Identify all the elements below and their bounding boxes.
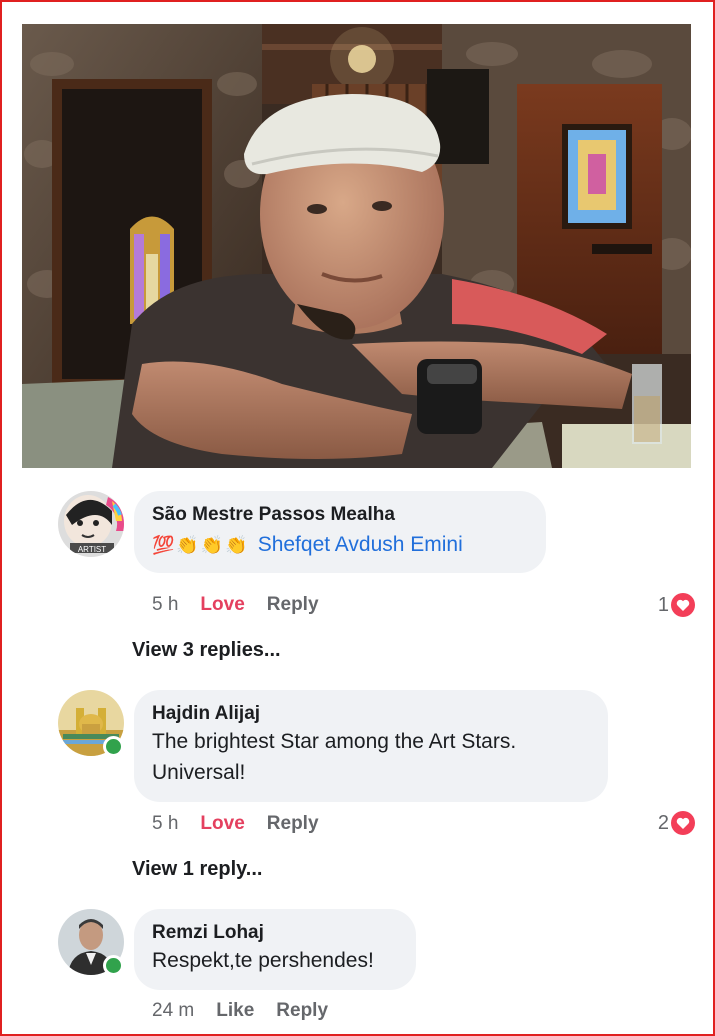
reaction-count[interactable]: 2	[658, 811, 695, 835]
comment-text: Respekt,te pershendes!	[152, 949, 374, 972]
hundred-points-icon: 💯	[152, 535, 175, 555]
comment-2: Hajdin Alijaj The brightest Star among t…	[58, 690, 695, 840]
reaction-count[interactable]: 1	[658, 593, 695, 617]
clapping-hands-icon: 👏	[225, 535, 248, 555]
comment-text: The brightest Star among the Art Stars.	[152, 730, 517, 753]
comment-time[interactable]: 24 m	[152, 1000, 194, 1022]
like-button[interactable]: Like	[216, 1000, 254, 1022]
clapping-hands-icon: 👏	[176, 535, 199, 555]
heart-icon	[671, 593, 695, 617]
comment-time[interactable]: 5 h	[152, 813, 178, 835]
love-button[interactable]: Love	[200, 594, 244, 616]
online-status-icon	[103, 955, 124, 976]
love-button[interactable]: Love	[200, 813, 244, 835]
reaction-number: 2	[657, 811, 669, 834]
comment-content: 💯 👏 👏 👏 Shefqet Avdush Emini	[152, 531, 526, 559]
reply-button[interactable]: Reply	[276, 1000, 328, 1022]
view-replies-link[interactable]: View 3 replies...	[132, 639, 281, 662]
comment-actions: 5 h Love Reply	[152, 594, 319, 616]
comment-text-line2: Universal!	[152, 761, 246, 784]
comment-bubble: São Mestre Passos Mealha 💯 👏 👏 👏 Shefqet…	[134, 491, 546, 573]
comment-bubble: Remzi Lohaj Respekt,te pershendes!	[134, 909, 416, 990]
svg-text:ARTIST: ARTIST	[78, 545, 106, 554]
reply-button[interactable]: Reply	[267, 594, 319, 616]
comment-bubble: Hajdin Alijaj The brightest Star among t…	[134, 690, 608, 802]
mention-link[interactable]: Shefqet Avdush Emini	[258, 533, 463, 557]
avatar-girl-rainbow-icon: ARTIST	[58, 491, 124, 557]
commenter-avatar[interactable]: ARTIST	[58, 491, 124, 557]
comment-author[interactable]: São Mestre Passos Mealha	[152, 503, 526, 527]
comment-author[interactable]: Remzi Lohaj	[152, 921, 396, 945]
view-replies-link[interactable]: View 1 reply...	[132, 858, 262, 881]
post-photo[interactable]	[22, 24, 691, 468]
heart-icon	[671, 811, 695, 835]
comment-actions: 24 m Like Reply	[152, 1000, 328, 1022]
comment-author[interactable]: Hajdin Alijaj	[152, 702, 588, 726]
reply-button[interactable]: Reply	[267, 813, 319, 835]
online-status-icon	[103, 736, 124, 757]
comment-3: Remzi Lohaj Respekt,te pershendes! 24 m …	[58, 909, 695, 1029]
comment-1: ARTIST São Mestre Passos Mealha 💯 👏 👏 👏 …	[58, 491, 695, 641]
comment-time[interactable]: 5 h	[152, 594, 178, 616]
clapping-hands-icon: 👏	[200, 535, 224, 555]
comment-actions: 5 h Love Reply	[152, 813, 319, 835]
reaction-number: 1	[657, 593, 669, 616]
